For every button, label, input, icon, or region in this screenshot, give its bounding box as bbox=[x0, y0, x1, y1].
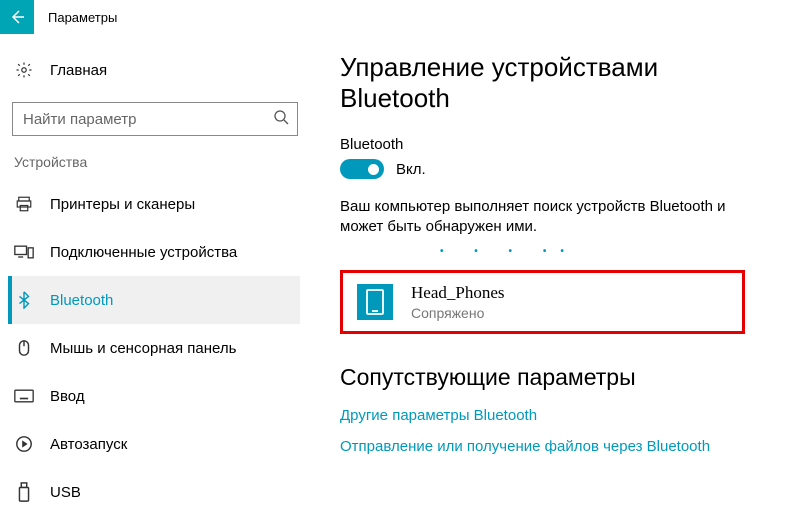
nav-item-label: Мышь и сенсорная панель bbox=[50, 340, 236, 357]
toggle-title: Bluetooth bbox=[340, 136, 763, 153]
nav-typing[interactable]: Ввод bbox=[8, 372, 300, 420]
nav-home-label: Главная bbox=[50, 62, 107, 79]
toggle-knob bbox=[368, 164, 379, 175]
toggle-state-label: Вкл. bbox=[396, 161, 426, 178]
nav-home[interactable]: Главная bbox=[12, 52, 300, 88]
device-info: Head_Phones Сопряжено bbox=[411, 283, 504, 321]
sidebar-category: Устройства bbox=[12, 154, 300, 170]
window-title: Параметры bbox=[34, 10, 117, 25]
link-more-bluetooth[interactable]: Другие параметры Bluetooth bbox=[340, 407, 763, 424]
search-box[interactable] bbox=[12, 102, 298, 136]
mouse-icon bbox=[14, 338, 34, 358]
nav-item-label: Ввод bbox=[50, 388, 85, 405]
bluetooth-description: Ваш компьютер выполняет поиск устройств … bbox=[340, 197, 763, 238]
searching-indicator: • • • •• bbox=[340, 246, 763, 264]
keyboard-icon bbox=[14, 386, 34, 406]
nav-usb[interactable]: USB bbox=[8, 468, 300, 516]
bluetooth-toggle[interactable] bbox=[340, 159, 384, 179]
related-heading: Сопутствующие параметры bbox=[340, 364, 763, 391]
nav-item-label: USB bbox=[50, 484, 81, 501]
arrow-left-icon bbox=[9, 9, 25, 25]
nav-item-label: Bluetooth bbox=[50, 292, 113, 309]
devices-icon bbox=[14, 242, 34, 262]
nav-item-label: Автозапуск bbox=[50, 436, 127, 453]
search-icon bbox=[273, 109, 289, 130]
nav-printers[interactable]: Принтеры и сканеры bbox=[8, 180, 300, 228]
back-button[interactable] bbox=[0, 0, 34, 34]
nav-bluetooth[interactable]: Bluetooth bbox=[8, 276, 300, 324]
link-send-receive-files[interactable]: Отправление или получение файлов через B… bbox=[340, 438, 763, 455]
nav-mouse[interactable]: Мышь и сенсорная панель bbox=[8, 324, 300, 372]
bluetooth-icon bbox=[14, 290, 34, 310]
page-heading: Управление устройствами Bluetooth bbox=[340, 52, 763, 114]
sidebar: Главная Устройства Принтеры и сканеры По… bbox=[0, 52, 300, 516]
usb-icon bbox=[14, 482, 34, 502]
phone-icon bbox=[357, 284, 393, 320]
device-name: Head_Phones bbox=[411, 283, 504, 303]
search-input[interactable] bbox=[21, 110, 273, 129]
main-pane: Управление устройствами Bluetooth Blueto… bbox=[300, 52, 793, 516]
nav-item-label: Подключенные устройства bbox=[50, 244, 237, 261]
nav-connected-devices[interactable]: Подключенные устройства bbox=[8, 228, 300, 276]
title-bar: Параметры bbox=[0, 0, 793, 34]
device-status: Сопряжено bbox=[411, 305, 504, 321]
device-item[interactable]: Head_Phones Сопряжено bbox=[340, 270, 745, 334]
gear-icon bbox=[14, 60, 34, 80]
nav-autoplay[interactable]: Автозапуск bbox=[8, 420, 300, 468]
autoplay-icon bbox=[14, 434, 34, 454]
related-section: Сопутствующие параметры Другие параметры… bbox=[340, 364, 763, 455]
printer-icon bbox=[14, 194, 34, 214]
nav-item-label: Принтеры и сканеры bbox=[50, 196, 195, 213]
